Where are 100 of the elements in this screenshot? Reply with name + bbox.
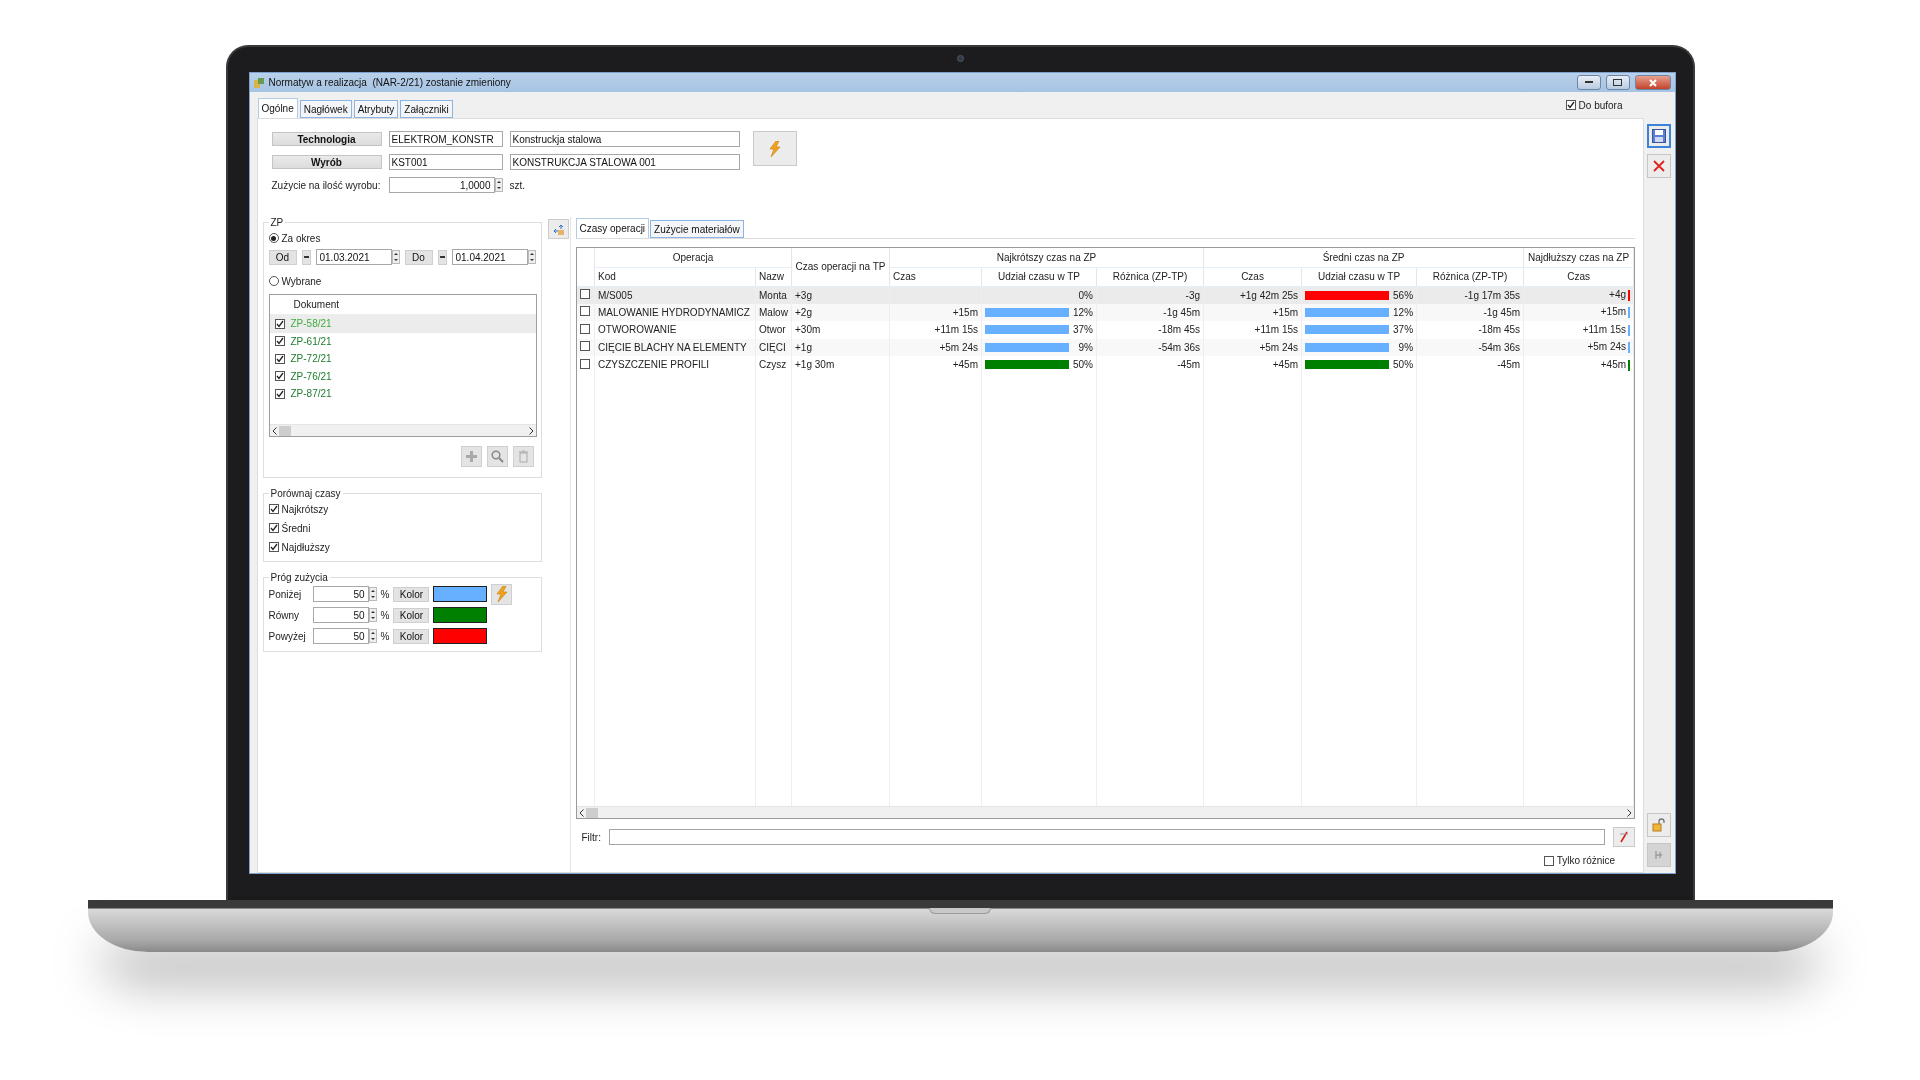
spinner-icon[interactable] xyxy=(494,178,503,192)
lightning-icon xyxy=(767,140,782,157)
list-item[interactable]: ZP-72/21 xyxy=(269,350,536,368)
chevron-right-icon[interactable] xyxy=(1627,808,1633,817)
unlock-button[interactable] xyxy=(1647,813,1672,837)
checkbox[interactable] xyxy=(268,523,279,533)
dropdown-button[interactable] xyxy=(301,249,311,265)
filter-field[interactable] xyxy=(608,829,1606,845)
chevron-left-icon[interactable] xyxy=(578,808,584,817)
minimize-button[interactable] xyxy=(1576,75,1601,90)
tab[interactable]: Zużycie materiałów xyxy=(650,220,744,238)
row-checkbox[interactable] xyxy=(579,289,590,299)
quantity-field[interactable]: 1,0000 xyxy=(388,177,495,193)
row-checkbox[interactable] xyxy=(579,341,590,352)
camera-lens xyxy=(957,55,964,62)
window-title: Normatyw a realizacja (NAR-2/21) zostanie zmieniony xyxy=(268,77,512,88)
tab[interactable]: Ogólne xyxy=(257,98,298,118)
checkbox[interactable] xyxy=(268,504,279,514)
checkbox[interactable] xyxy=(1565,100,1576,110)
tab[interactable]: Czasy operacji xyxy=(575,218,650,238)
cancel-button[interactable] xyxy=(1647,154,1672,178)
radio-button[interactable] xyxy=(268,233,279,243)
close-icon xyxy=(1653,160,1666,172)
column-header: Różnica (ZP-TP) xyxy=(1416,267,1524,286)
column-header: Nazw xyxy=(755,267,792,286)
threshold-field[interactable]: 50 xyxy=(312,607,369,623)
row-checkbox[interactable] xyxy=(579,323,590,334)
radio-button[interactable] xyxy=(268,276,279,286)
table-row[interactable]: OTWOROWANIE Otwor +30m +11m 15s 37% -18m 45s +11m 15s 37% -18m 45s +11m 15s xyxy=(576,321,1634,339)
table-cell: CZYSZCZENIE PROFILI xyxy=(594,356,756,374)
row-checkbox[interactable] xyxy=(579,358,590,369)
checkbox[interactable] xyxy=(274,353,285,364)
date-label-button[interactable]: Od xyxy=(268,249,297,265)
date-field[interactable]: 01.03.2021 xyxy=(315,249,392,265)
padlock-icon xyxy=(1652,818,1667,832)
date-label-button[interactable]: Do xyxy=(404,249,433,265)
chevron-left-icon[interactable] xyxy=(271,426,277,435)
color-swatch[interactable] xyxy=(433,607,488,623)
group-title: Próg zużycia xyxy=(269,572,329,583)
threshold-field[interactable]: 50 xyxy=(312,628,369,644)
date-field[interactable]: 01.04.2021 xyxy=(451,249,528,265)
column-header: Różnica (ZP-TP) xyxy=(1096,267,1204,286)
table-cell: -45m xyxy=(1096,356,1204,374)
code-field[interactable]: KST001 xyxy=(388,154,503,170)
checkbox[interactable] xyxy=(274,336,285,347)
checkbox[interactable] xyxy=(274,388,285,399)
color-swatch[interactable] xyxy=(433,628,488,644)
chevron-right-icon[interactable] xyxy=(528,426,534,435)
table-cell: +1g 30m xyxy=(791,356,890,374)
spinner-icon[interactable] xyxy=(368,629,377,643)
color-button[interactable]: Kolor xyxy=(393,607,430,623)
tab[interactable]: Atrybuty xyxy=(353,100,399,118)
horizontal-scrollbar[interactable] xyxy=(576,806,1635,818)
name-field[interactable]: KONSTRUKCJA STALOWA 001 xyxy=(509,154,740,170)
table-cell: M/S005 xyxy=(594,286,756,304)
checkbox-label: Tylko różnice xyxy=(1556,855,1616,866)
scrollbar-thumb[interactable] xyxy=(278,425,291,436)
checkbox[interactable] xyxy=(274,371,285,382)
table-cell: -45m xyxy=(1416,356,1524,374)
color-button[interactable]: Kolor xyxy=(393,628,430,644)
percent-text: 9% xyxy=(1078,341,1093,353)
list-item[interactable]: ZP-76/21 xyxy=(269,367,536,385)
dropdown-icon xyxy=(303,255,309,259)
color-button[interactable]: Kolor xyxy=(393,586,430,602)
percent-sign: % xyxy=(380,588,390,600)
field-label-button[interactable]: Technologia xyxy=(271,132,382,146)
close-button[interactable] xyxy=(1634,75,1671,90)
row-checkbox[interactable] xyxy=(579,306,590,317)
checkbox-label: Najkrótszy xyxy=(281,503,329,515)
name-field[interactable]: Konstruckja stalowa xyxy=(509,131,740,147)
maximize-button[interactable] xyxy=(1605,75,1630,90)
spinner-icon[interactable] xyxy=(391,250,400,264)
group-title: Porównaj czasy xyxy=(269,488,342,499)
spinner-icon[interactable] xyxy=(368,608,377,622)
scrollbar-thumb[interactable] xyxy=(585,807,598,818)
spinner-icon[interactable] xyxy=(527,250,536,264)
spinner-icon[interactable] xyxy=(368,587,377,601)
dropdown-button[interactable] xyxy=(437,249,447,265)
horizontal-scrollbar[interactable] xyxy=(269,424,536,436)
color-swatch[interactable] xyxy=(433,586,488,602)
table-cell: +4g xyxy=(1609,289,1627,301)
code-field[interactable]: ELEKTROM_KONSTR xyxy=(388,131,503,147)
column-header: Operacja xyxy=(594,248,792,267)
dropdown-icon xyxy=(439,255,445,259)
threshold-field[interactable]: 50 xyxy=(312,586,369,602)
restore-icon xyxy=(1613,79,1622,86)
checkbox[interactable] xyxy=(268,542,279,552)
lightning-icon xyxy=(494,586,509,602)
list-item[interactable]: ZP-87/21 xyxy=(269,385,536,403)
table-cell: +45m xyxy=(1203,356,1302,374)
tab[interactable]: Nagłówek xyxy=(299,100,352,118)
list-item[interactable]: ZP-61/21 xyxy=(269,332,536,350)
search-button[interactable] xyxy=(486,446,508,467)
table-row[interactable]: CZYSZCZENIE PROFILI Czysz +1g 30m +45m 50% -45m +45m 50% -45m +45m xyxy=(576,356,1634,374)
checkbox[interactable] xyxy=(1543,855,1554,866)
save-button[interactable] xyxy=(1647,124,1672,148)
field-label-button[interactable]: Wyrób xyxy=(271,155,382,169)
checkbox[interactable] xyxy=(274,318,285,329)
tab[interactable]: Załączniki xyxy=(400,100,453,118)
clear-filter-button[interactable] xyxy=(1613,827,1636,847)
